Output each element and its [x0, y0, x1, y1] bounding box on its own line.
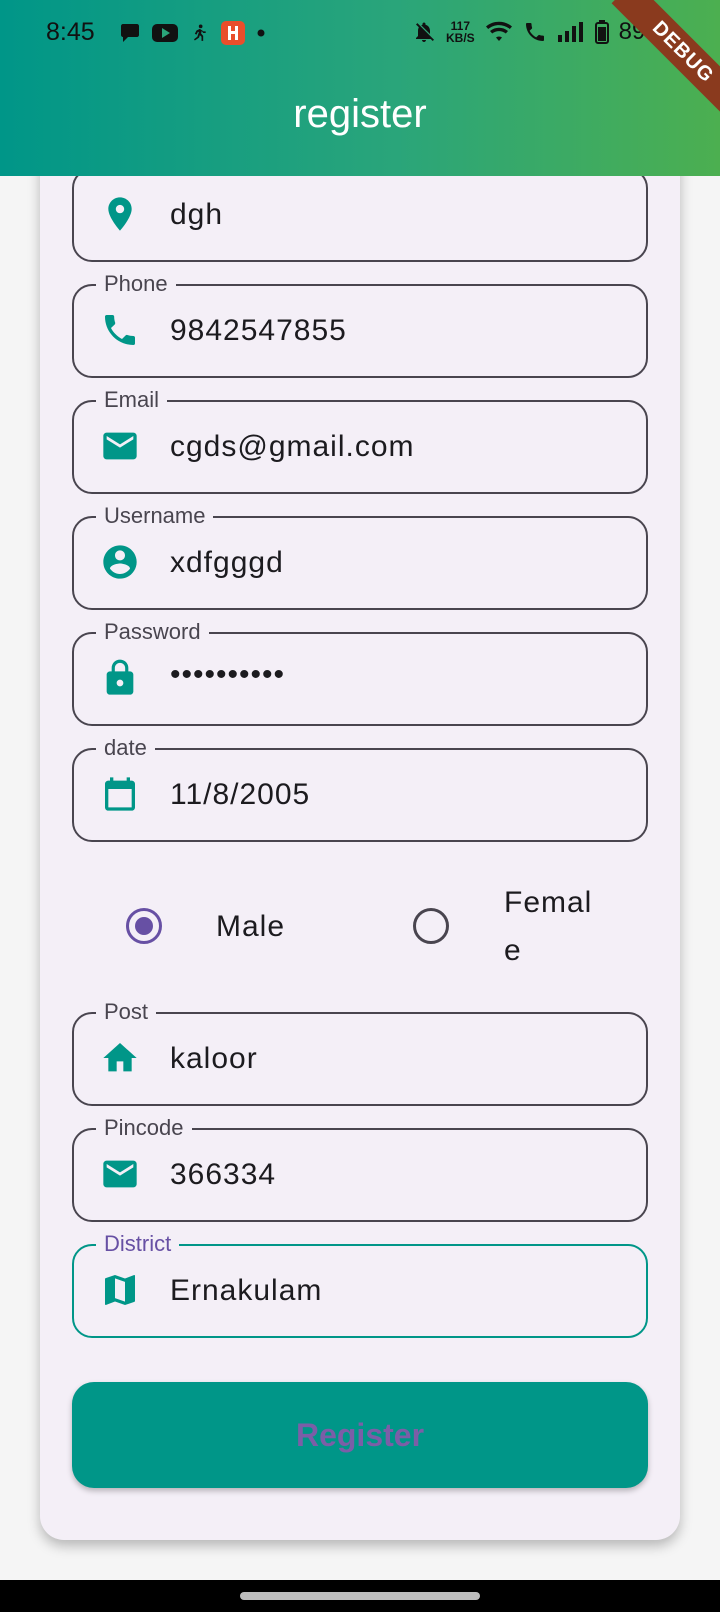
net-speed: 117 KB/S [446, 20, 475, 44]
lock-icon [106, 659, 134, 695]
app-bar: 8:45 117 KB/S 89% register DEBUG [0, 0, 720, 176]
register-button[interactable]: Register [72, 1382, 648, 1488]
phone-icon [105, 315, 135, 345]
place-field[interactable]: dgh [72, 168, 648, 262]
district-label: District [96, 1232, 180, 1256]
district-value: Ernakulam [170, 1274, 323, 1307]
district-field[interactable]: District Ernakulam [72, 1232, 648, 1338]
pincode-field[interactable]: Pincode 366334 [72, 1116, 648, 1222]
status-time: 8:45 [46, 18, 95, 46]
more-dot-icon [257, 29, 265, 37]
location-pin-icon [108, 197, 132, 231]
username-field[interactable]: Username xdfgggd [72, 504, 648, 610]
female-radio[interactable] [413, 908, 449, 944]
password-label: Password [96, 620, 209, 644]
bell-off-icon [416, 22, 434, 42]
app-h-icon [221, 21, 245, 45]
email-label: Email [96, 388, 168, 412]
system-nav-bar [0, 1580, 720, 1612]
email-field[interactable]: Email cgds@gmail.com [72, 388, 648, 494]
male-radio[interactable] [126, 908, 162, 944]
phone-field[interactable]: Phone 9842547855 [72, 272, 648, 378]
post-label: Post [96, 1000, 157, 1024]
female-label-line2[interactable]: e [504, 934, 522, 968]
place-value: dgh [170, 198, 224, 231]
page-title: register [293, 92, 427, 136]
youtube-icon [152, 24, 178, 42]
username-label: Username [96, 504, 214, 528]
email-value: cgds@gmail.com [170, 430, 415, 463]
mail-icon [103, 432, 137, 460]
chat-bubble-icon [121, 24, 139, 42]
post-field[interactable]: Post kaloor [72, 1000, 648, 1106]
wifi-icon [485, 21, 512, 41]
home-gesture-handle[interactable] [240, 1592, 480, 1600]
status-bar: 8:45 117 KB/S 89% [0, 0, 720, 64]
female-label-line1[interactable]: Femal [504, 886, 592, 920]
username-value: xdfgggd [170, 546, 284, 579]
date-field[interactable]: date 11/8/2005 [72, 736, 648, 842]
phone-value: 9842547855 [170, 314, 347, 347]
male-label[interactable]: Male [216, 910, 285, 944]
pincode-value: 366334 [170, 1158, 277, 1191]
date-value: 11/8/2005 [170, 778, 311, 811]
signal-icon [557, 22, 583, 42]
gender-radio-group: Male Femal e [0, 880, 720, 990]
map-icon [105, 1275, 135, 1305]
password-field[interactable]: Password •••••••••• [72, 620, 648, 726]
mail-icon [103, 1160, 137, 1188]
running-icon [194, 24, 206, 41]
account-circle-icon [103, 545, 137, 579]
post-value: kaloor [170, 1042, 258, 1075]
home-icon [103, 1043, 137, 1072]
status-right: 117 KB/S 89% [412, 18, 667, 46]
phone-label: Phone [96, 272, 176, 296]
calendar-icon [105, 777, 135, 811]
pincode-label: Pincode [96, 1116, 192, 1140]
date-label: date [96, 736, 155, 760]
notification-icons [118, 20, 266, 46]
battery-icon [594, 20, 609, 44]
wifi-call-icon [525, 23, 544, 41]
password-value: •••••••••• [170, 658, 286, 691]
net-speed-unit: KB/S [446, 31, 475, 45]
